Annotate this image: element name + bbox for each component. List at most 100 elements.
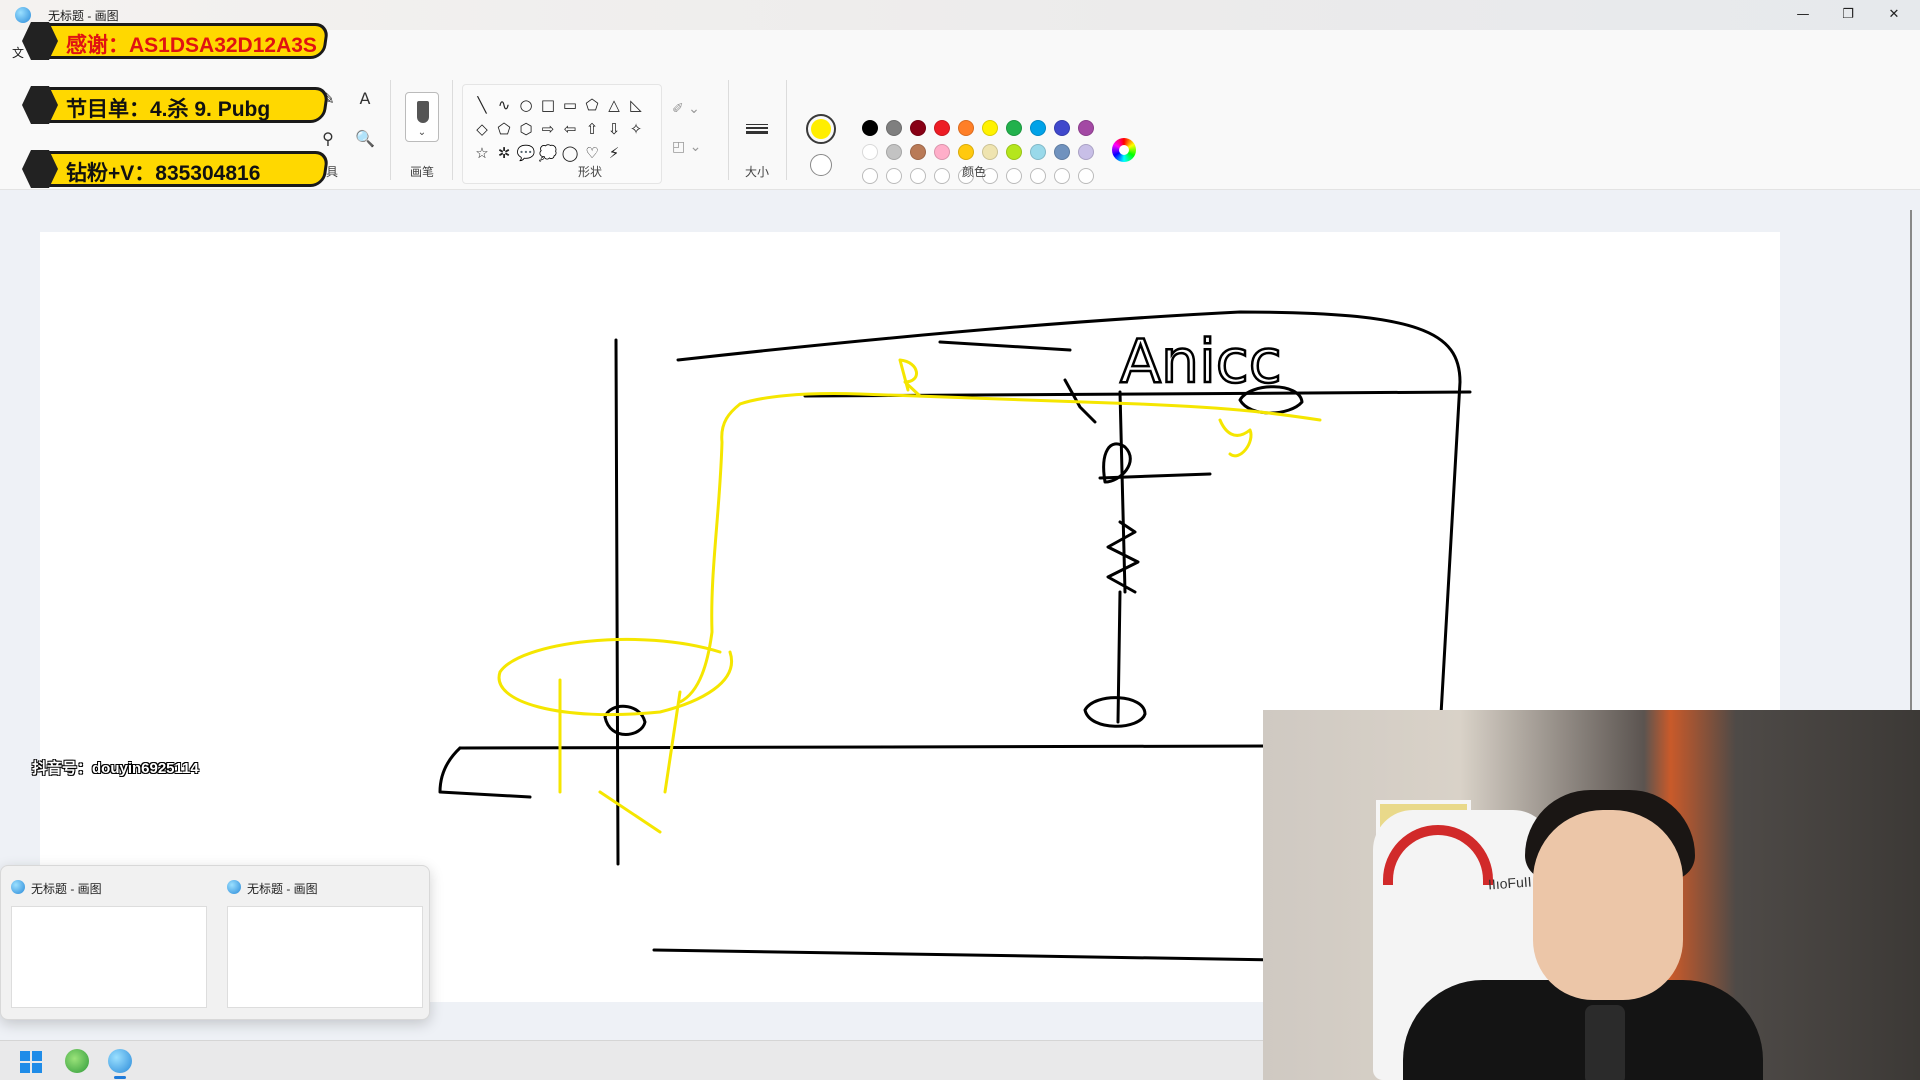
shape-option[interactable]: △ [603, 93, 625, 117]
drawn-text: Anicc [1120, 327, 1282, 397]
separator [452, 80, 453, 180]
black-stroke [603, 704, 647, 736]
start-button[interactable] [20, 1051, 42, 1073]
yellow-stroke [738, 392, 1322, 422]
text-tool-icon[interactable]: A [353, 87, 377, 111]
shape-option[interactable]: ✧ [625, 117, 647, 141]
shape-option[interactable]: ⇨ [537, 117, 559, 141]
chair-logo: IIıoFuII [1487, 873, 1533, 893]
fill-dropdown[interactable]: ◰ ⌄ [672, 128, 722, 166]
secondary-color-selector[interactable] [810, 154, 832, 176]
brush-icon [417, 101, 429, 123]
restore-button[interactable]: ❐ [1828, 3, 1868, 27]
color-swatch[interactable] [910, 144, 926, 160]
color-swatch[interactable] [982, 144, 998, 160]
color-swatch[interactable] [886, 144, 902, 160]
custom-color-slot[interactable] [910, 168, 926, 184]
shape-option[interactable]: ▭ [559, 93, 581, 117]
custom-color-slot[interactable] [1030, 168, 1046, 184]
outline-dropdown[interactable]: ✐ ⌄ [672, 90, 722, 128]
browser-app-icon[interactable] [65, 1049, 89, 1073]
shape-option[interactable]: 💭 [537, 141, 559, 165]
shapes-group-label: 形状 [577, 165, 602, 179]
shape-option[interactable]: ♡ [581, 141, 603, 165]
shape-grid: ╲ ∿ ○ □ ▭ ⬠ △ ◺ ◇ ⬠ ⬡ ⇨ ⇦ ⇧ ⇩ ✧ ☆ ✲ 💬 💭 ◯ ♡ ⚡ [471, 93, 647, 165]
black-stroke [1098, 472, 1212, 480]
window-thumbnail[interactable]: 无标题 - 画图 [217, 866, 427, 1016]
webcam-feed: IIıoFuII [1263, 710, 1920, 1080]
fan-banner: 钻粉+V：835304816 [22, 148, 330, 190]
color-swatch[interactable] [1030, 144, 1046, 160]
shape-option[interactable]: ⇩ [603, 117, 625, 141]
shape-option[interactable]: ⚡ [603, 141, 625, 165]
magnifier-icon[interactable]: 🔍 [353, 127, 377, 151]
yellow-stroke [497, 637, 734, 717]
black-stroke [1116, 590, 1122, 724]
color-swatch[interactable] [1030, 120, 1046, 136]
paint-taskbar-icon[interactable] [108, 1049, 132, 1073]
black-stroke [652, 948, 1282, 962]
window-thumbnail[interactable]: 无标题 - 画图 [1, 866, 211, 1016]
color-swatch[interactable] [1078, 144, 1094, 160]
shape-option[interactable]: ☆ [471, 141, 493, 165]
size-button[interactable] [742, 122, 772, 166]
shape-option[interactable]: ⬡ [515, 117, 537, 141]
custom-color-slot[interactable] [1078, 168, 1094, 184]
color-swatch[interactable] [958, 120, 974, 136]
color-swatch[interactable] [862, 120, 878, 136]
color-swatch[interactable] [862, 144, 878, 160]
shape-option[interactable]: ⇧ [581, 117, 603, 141]
shape-option[interactable]: ╲ [471, 93, 493, 117]
douyin-watermark: 抖音号：douyin6925114 [32, 760, 199, 777]
custom-color-slot[interactable] [862, 168, 878, 184]
custom-color-slot[interactable] [886, 168, 902, 184]
taskbar-preview-popup: 无标题 - 画图 无标题 - 画图 [0, 865, 430, 1020]
paint-app-icon [227, 880, 241, 894]
shape-option[interactable]: ⇦ [559, 117, 581, 141]
color-swatch[interactable] [982, 120, 998, 136]
black-stroke [938, 340, 1072, 352]
color-swatch[interactable] [934, 144, 950, 160]
shape-option[interactable]: ◯ [559, 141, 581, 165]
separator [390, 80, 391, 180]
custom-color-slot[interactable] [1054, 168, 1070, 184]
color-swatch[interactable] [1006, 120, 1022, 136]
thumbnail-title: 无标题 - 画图 [31, 882, 102, 896]
color-swatch[interactable] [886, 120, 902, 136]
shape-option[interactable]: ⬠ [581, 93, 603, 117]
shape-option[interactable]: ⬠ [493, 117, 515, 141]
streamer-face [1533, 810, 1683, 1000]
color-swatch[interactable] [1006, 144, 1022, 160]
thumbnail-image [227, 906, 423, 1008]
shape-option[interactable]: ∿ [493, 93, 515, 117]
shape-option[interactable]: ✲ [493, 141, 515, 165]
thanks-banner: 感谢：AS1DSA32D12A3S [22, 20, 330, 62]
outline-fill-options: ✐ ⌄ ◰ ⌄ [672, 90, 722, 170]
color-swatch[interactable] [934, 120, 950, 136]
color-swatch[interactable] [1054, 120, 1070, 136]
black-stroke [1118, 390, 1127, 594]
close-button[interactable]: ✕ [1874, 3, 1914, 27]
primary-color-selector[interactable] [806, 114, 836, 144]
yellow-stroke [1218, 418, 1253, 458]
color-swatch[interactable] [1078, 120, 1094, 136]
colors-group-label: 颜色 [961, 165, 986, 179]
color-swatch[interactable] [958, 144, 974, 160]
shape-option[interactable]: ◇ [471, 117, 493, 141]
shape-option[interactable]: ○ [515, 93, 537, 117]
color-swatch[interactable] [1054, 144, 1070, 160]
shape-option[interactable]: 💬 [515, 141, 537, 165]
thumbnail-title: 无标题 - 画图 [247, 882, 318, 896]
minimize-button[interactable]: — [1783, 3, 1823, 27]
brush-button[interactable]: ⌄ [405, 92, 439, 142]
color-swatch[interactable] [910, 120, 926, 136]
shape-option[interactable]: □ [537, 93, 559, 117]
active-indicator [114, 1076, 126, 1079]
black-stroke [676, 310, 1462, 734]
microphone [1585, 1005, 1625, 1080]
chevron-down-icon: ⌄ [417, 127, 427, 138]
custom-color-slot[interactable] [934, 168, 950, 184]
shape-option[interactable]: ◺ [625, 93, 647, 117]
custom-color-slot[interactable] [1006, 168, 1022, 184]
edit-colors-icon[interactable] [1112, 138, 1136, 162]
